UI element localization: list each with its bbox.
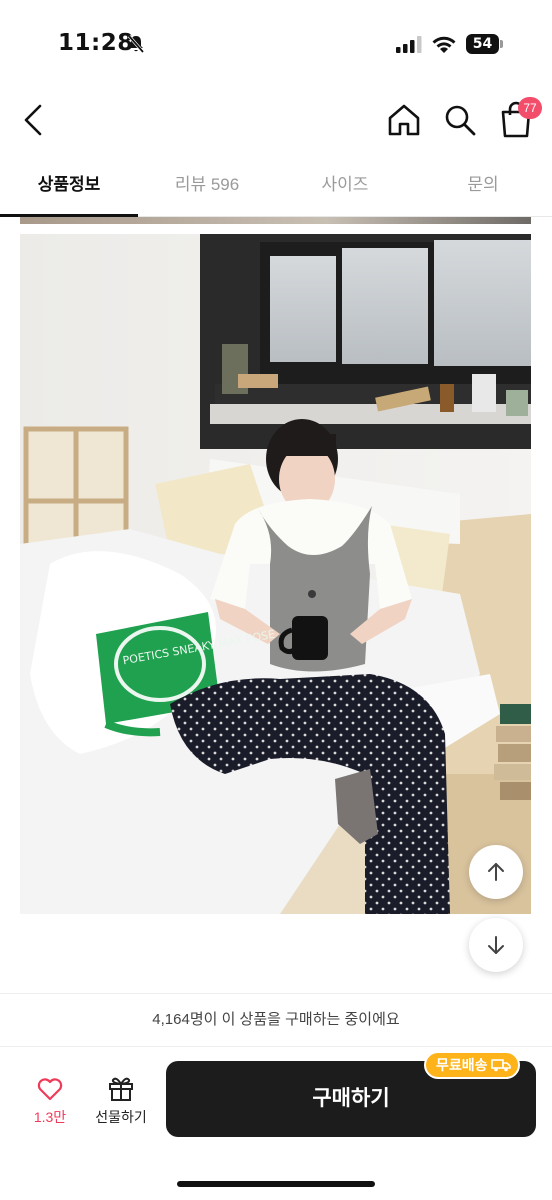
search-button[interactable] (440, 100, 480, 140)
tab-size[interactable]: 사이즈 (276, 160, 414, 216)
bell-off-icon (127, 34, 145, 54)
gift-button[interactable]: 선물하기 (88, 1073, 154, 1133)
battery-nub (500, 40, 503, 48)
chevron-left-icon (24, 104, 42, 136)
battery-level: 54 (466, 34, 499, 54)
back-button[interactable] (16, 100, 52, 140)
scroll-bottom-button[interactable] (469, 918, 523, 972)
heart-icon (37, 1078, 63, 1101)
tab-reviews[interactable]: 리뷰 596 (138, 160, 276, 216)
tab-inquiry[interactable]: 문의 (414, 160, 552, 216)
previous-product-image (20, 217, 531, 224)
truck-icon (490, 1059, 511, 1072)
battery-icon: 54 (466, 34, 504, 54)
arrow-down-icon (488, 936, 504, 954)
status-bar: 11:28 54 (0, 0, 552, 90)
arrow-up-icon (488, 863, 504, 881)
tab-product-info[interactable]: 상품정보 (0, 160, 138, 216)
free-shipping-label: 무료배송 (436, 1057, 488, 1073)
status-time: 11:28 (58, 30, 134, 56)
home-icon (388, 104, 420, 136)
cart-count-badge: 77 (518, 97, 542, 119)
search-icon (445, 105, 476, 136)
like-count: 1.3만 (33, 1109, 67, 1125)
product-tabs: 상품정보 리뷰 596 사이즈 문의 (0, 160, 552, 217)
top-nav (0, 90, 552, 150)
home-button[interactable] (384, 100, 424, 140)
signal-icon (396, 36, 422, 53)
product-photo: POETICS SNEAKY MAX POSE (20, 234, 531, 914)
product-photo-illustration: POETICS SNEAKY MAX POSE (20, 234, 531, 914)
like-button[interactable]: 1.3만 (26, 1073, 74, 1133)
live-purchase-notice: 4,164명이 이 상품을 구매하는 중이에요 (0, 993, 552, 1045)
free-shipping-badge: 무료배송 (424, 1051, 520, 1079)
scroll-top-button[interactable] (469, 845, 523, 899)
gift-icon (109, 1077, 133, 1101)
wifi-icon (432, 36, 456, 53)
gift-label: 선물하기 (95, 1109, 147, 1125)
home-indicator (177, 1181, 375, 1187)
